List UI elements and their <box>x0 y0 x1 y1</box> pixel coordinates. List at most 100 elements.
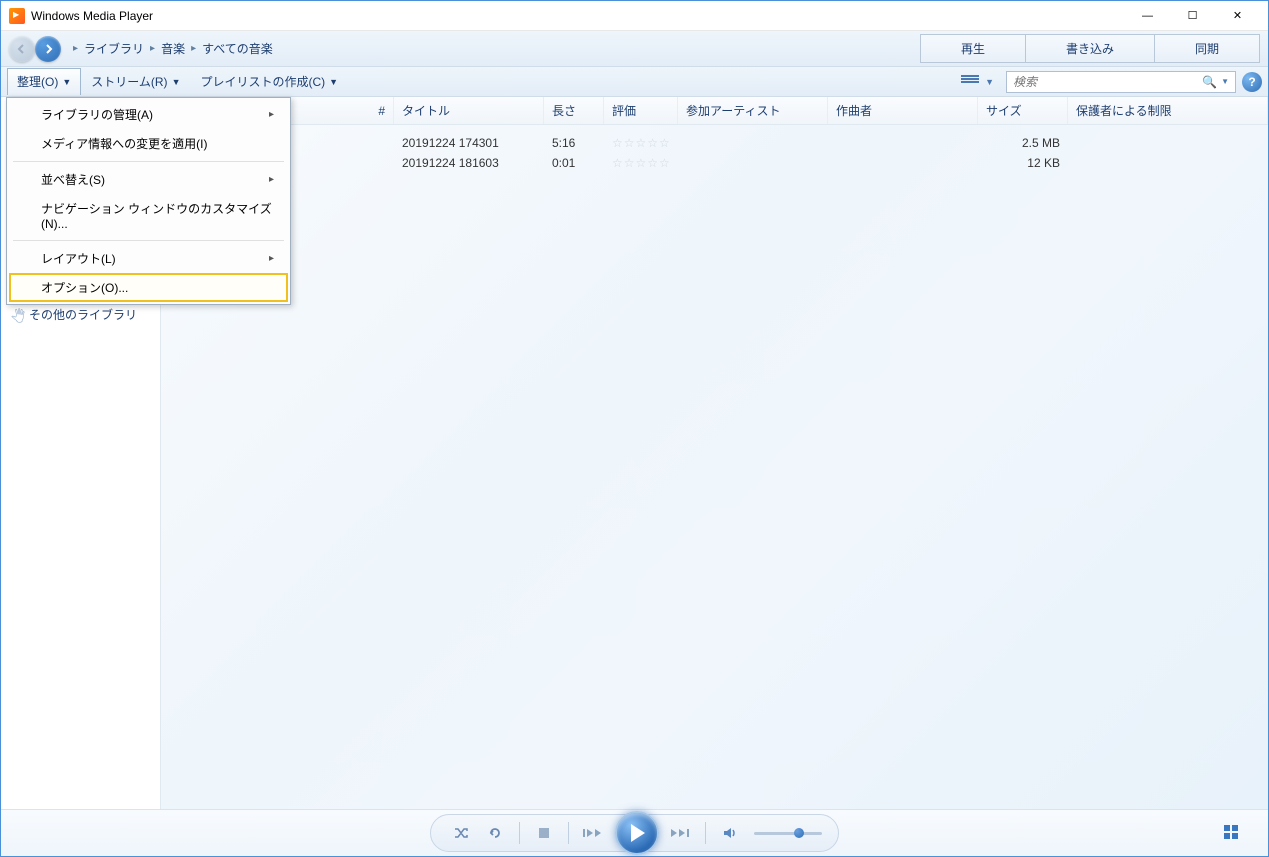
chevron-right-icon: ▸ <box>269 253 274 264</box>
track-size: 2.5 MB <box>978 136 1068 150</box>
stop-icon <box>539 828 549 838</box>
track-title: 20191224 181603 <box>394 156 544 170</box>
player-bar <box>1 809 1268 856</box>
mute-button[interactable] <box>716 819 744 847</box>
dropdown-sort[interactable]: 並べ替え(S) ▸ <box>9 165 288 194</box>
tracks: 20191224 174301 5:16 ☆☆☆☆☆ 2.5 MB 201912… <box>284 133 1268 227</box>
view-toggle[interactable]: ▼ <box>955 73 1000 91</box>
dropdown-customize-nav[interactable]: ナビゲーション ウィンドウのカスタマイズ(N)... <box>9 194 288 237</box>
maximize-button[interactable]: ☐ <box>1170 2 1215 30</box>
next-icon <box>671 827 691 839</box>
window-title: Windows Media Player <box>31 9 1125 23</box>
track-length: 0:01 <box>544 156 604 170</box>
col-number[interactable]: # <box>284 97 394 124</box>
chevron-down-icon: ▼ <box>329 77 338 87</box>
col-length[interactable]: 長さ <box>544 97 604 124</box>
switch-view-button[interactable] <box>1224 825 1244 841</box>
shuffle-button[interactable] <box>447 819 475 847</box>
stop-button[interactable] <box>530 819 558 847</box>
search-input[interactable] <box>1013 75 1202 89</box>
dropdown-customize-nav-label: ナビゲーション ウィンドウのカスタマイズ(N)... <box>41 200 274 231</box>
separator <box>705 822 706 844</box>
minimize-button[interactable]: — <box>1125 2 1170 30</box>
chevron-down-icon[interactable]: ▼ <box>1221 77 1229 86</box>
dropdown-manage-libraries[interactable]: ライブラリの管理(A) ▸ <box>9 100 288 129</box>
tab-sync[interactable]: 同期 <box>1154 34 1260 63</box>
shuffle-icon <box>453 825 469 841</box>
dropdown-layout[interactable]: レイアウト(L) ▸ <box>9 244 288 273</box>
breadcrumb-sep-icon: ▸ <box>191 43 196 54</box>
volume-slider[interactable] <box>754 832 822 835</box>
organize-dropdown: ライブラリの管理(A) ▸ メディア情報への変更を適用(I) 並べ替え(S) ▸… <box>6 97 291 305</box>
close-button[interactable]: ✕ <box>1215 2 1260 30</box>
col-title[interactable]: タイトル <box>394 97 544 124</box>
nav-arrows <box>9 36 61 62</box>
chevron-right-icon: ▸ <box>269 174 274 185</box>
menubar: 整理(O) ▼ ストリーム(R) ▼ プレイリストの作成(C) ▼ ▼ 🔍 ▼ … <box>1 67 1268 97</box>
list-view-icon <box>961 75 979 89</box>
dropdown-apply-media-info[interactable]: メディア情報への変更を適用(I) <box>9 129 288 158</box>
dropdown-manage-libraries-label: ライブラリの管理(A) <box>41 106 153 123</box>
menu-organize-label: 整理(O) <box>17 73 58 90</box>
menu-create-playlist-label: プレイリストの作成(C) <box>200 73 325 90</box>
chevron-down-icon: ▼ <box>985 77 994 87</box>
prev-button[interactable] <box>579 819 607 847</box>
dropdown-layout-label: レイアウト(L) <box>41 250 116 267</box>
prev-icon <box>583 827 603 839</box>
repeat-icon <box>487 825 503 841</box>
repeat-button[interactable] <box>481 819 509 847</box>
menu-stream[interactable]: ストリーム(R) ▼ <box>81 68 190 95</box>
menu-stream-label: ストリーム(R) <box>91 73 167 90</box>
track-row[interactable]: 20191224 181603 0:01 ☆☆☆☆☆ 12 KB <box>284 153 1268 173</box>
forward-button[interactable] <box>35 36 61 62</box>
track-rating[interactable]: ☆☆☆☆☆ <box>604 156 678 170</box>
column-headers: # タイトル 長さ 評価 参加アーティスト 作曲者 サイズ 保護者による制限 <box>161 97 1268 125</box>
breadcrumb-all-music[interactable]: すべての音楽 <box>202 40 273 57</box>
breadcrumb-library[interactable]: ライブラリ <box>84 40 144 57</box>
back-button[interactable] <box>9 36 35 62</box>
col-rating[interactable]: 評価 <box>604 97 678 124</box>
player-controls <box>430 814 839 852</box>
menu-create-playlist[interactable]: プレイリストの作成(C) ▼ <box>190 68 348 95</box>
col-artist[interactable]: 参加アーティスト <box>678 97 828 124</box>
forward-icon <box>42 43 54 55</box>
breadcrumb-sep-icon: ▸ <box>150 43 155 54</box>
play-button[interactable] <box>615 811 659 855</box>
help-button[interactable]: ? <box>1242 72 1262 92</box>
separator <box>519 822 520 844</box>
dropdown-options[interactable]: オプション(O)... <box>9 273 288 302</box>
tab-burn[interactable]: 書き込み <box>1025 34 1155 63</box>
back-icon <box>16 43 28 55</box>
chevron-down-icon: ▼ <box>172 77 181 87</box>
window-controls: — ☐ ✕ <box>1125 2 1260 30</box>
col-composer[interactable]: 作曲者 <box>828 97 978 124</box>
tab-play[interactable]: 再生 <box>920 34 1026 63</box>
dropdown-apply-media-info-label: メディア情報への変更を適用(I) <box>41 135 208 152</box>
track-length: 5:16 <box>544 136 604 150</box>
dropdown-sort-label: 並べ替え(S) <box>41 171 105 188</box>
sidebar-item-other-libraries-label: その他のライブラリ <box>29 306 137 323</box>
album-group: ム情報なし ィスト情報なし ル情報なし 報なし 20191224 174301 … <box>161 133 1268 227</box>
search-box[interactable]: 🔍 ▼ <box>1006 71 1236 93</box>
col-parental[interactable]: 保護者による制限 <box>1068 97 1268 124</box>
track-list: ム情報なし ィスト情報なし ル情報なし 報なし 20191224 174301 … <box>161 125 1268 809</box>
track-title: 20191224 174301 <box>394 136 544 150</box>
navbar: ▸ ライブラリ ▸ 音楽 ▸ すべての音楽 再生 書き込み 同期 <box>1 31 1268 67</box>
app-icon <box>9 8 25 24</box>
main-panel: # タイトル 長さ 評価 参加アーティスト 作曲者 サイズ 保護者による制限 ム… <box>161 97 1268 809</box>
next-button[interactable] <box>667 819 695 847</box>
track-rating[interactable]: ☆☆☆☆☆ <box>604 136 678 150</box>
menu-organize[interactable]: 整理(O) ▼ <box>7 68 81 95</box>
library-icon: 🖑 <box>11 308 25 322</box>
breadcrumb-sep-icon: ▸ <box>73 43 78 54</box>
breadcrumb-music[interactable]: 音楽 <box>161 40 185 57</box>
sidebar-item-other-libraries[interactable]: 🖑 その他のライブラリ <box>5 302 156 327</box>
breadcrumb: ▸ ライブラリ ▸ 音楽 ▸ すべての音楽 <box>73 40 273 57</box>
dropdown-options-label: オプション(O)... <box>41 279 128 296</box>
dropdown-separator <box>13 240 284 241</box>
volume-icon <box>723 826 737 840</box>
dropdown-separator <box>13 161 284 162</box>
col-size[interactable]: サイズ <box>978 97 1068 124</box>
track-row[interactable]: 20191224 174301 5:16 ☆☆☆☆☆ 2.5 MB <box>284 133 1268 153</box>
search-icon[interactable]: 🔍 <box>1202 75 1217 89</box>
